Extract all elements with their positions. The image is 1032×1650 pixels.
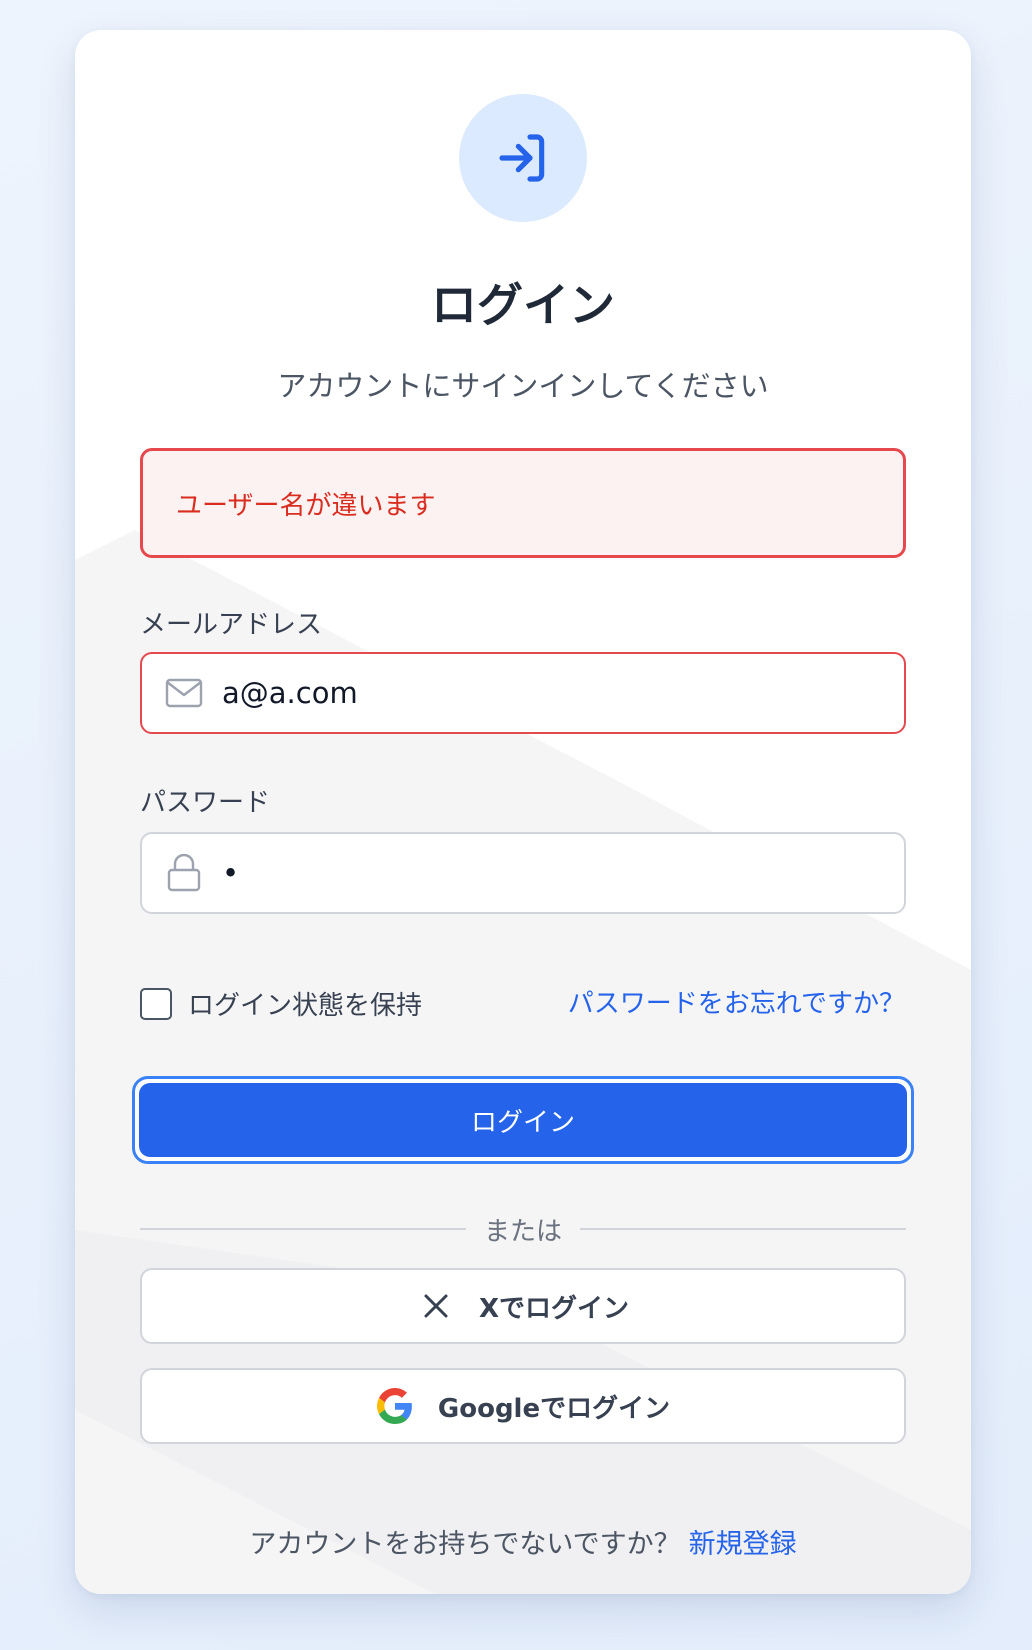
- password-label: パスワード: [140, 788, 271, 818]
- error-alert: ユーザー名が違います: [140, 448, 906, 558]
- divider-line-right: [580, 1228, 907, 1230]
- page-title: ログイン: [431, 278, 615, 332]
- divider-line-left: [140, 1228, 466, 1230]
- login-logo: [459, 94, 587, 222]
- password-value[interactable]: •: [222, 856, 239, 890]
- x-close-icon: [417, 1287, 455, 1325]
- mail-icon: [164, 673, 204, 713]
- page-subtitle: アカウントにサインインしてください: [277, 369, 769, 403]
- divider-text: または: [484, 1216, 563, 1247]
- google-logo-icon: [376, 1387, 414, 1425]
- signup-prompt-text: アカウントをお持ちでないですか？: [249, 1529, 681, 1560]
- google-login-button[interactable]: Googleでログイン: [140, 1368, 906, 1444]
- login-button[interactable]: ログイン: [132, 1076, 914, 1164]
- signup-prompt: アカウントをお持ちでないですか？ 新規登録: [75, 1522, 971, 1561]
- x-login-label: Xでログイン: [478, 1293, 630, 1324]
- remember-label[interactable]: ログイン状態を保持: [188, 985, 422, 1022]
- email-value[interactable]: a@a.com: [222, 676, 358, 710]
- login-arrow-icon: [499, 134, 545, 182]
- google-login-label: Googleでログイン: [437, 1393, 671, 1424]
- login-button-label[interactable]: ログイン: [139, 1083, 907, 1157]
- forgot-password-link[interactable]: パスワードをお忘れですか？: [568, 985, 905, 1019]
- email-field[interactable]: a@a.com: [140, 652, 906, 734]
- login-card: ログイン アカウントにサインインしてください ユーザー名が違います メールアドレ…: [75, 30, 971, 1594]
- or-divider: または: [140, 1211, 907, 1247]
- remember-me[interactable]: ログイン状態を保持: [140, 985, 422, 1022]
- x-login-button[interactable]: Xでログイン: [140, 1268, 906, 1344]
- remember-checkbox[interactable]: [140, 987, 172, 1020]
- lock-icon: [164, 853, 204, 893]
- signup-link[interactable]: 新規登録: [689, 1529, 797, 1560]
- error-message: ユーザー名が違います: [176, 490, 436, 521]
- email-label: メールアドレス: [140, 610, 323, 640]
- password-field[interactable]: •: [140, 832, 906, 914]
